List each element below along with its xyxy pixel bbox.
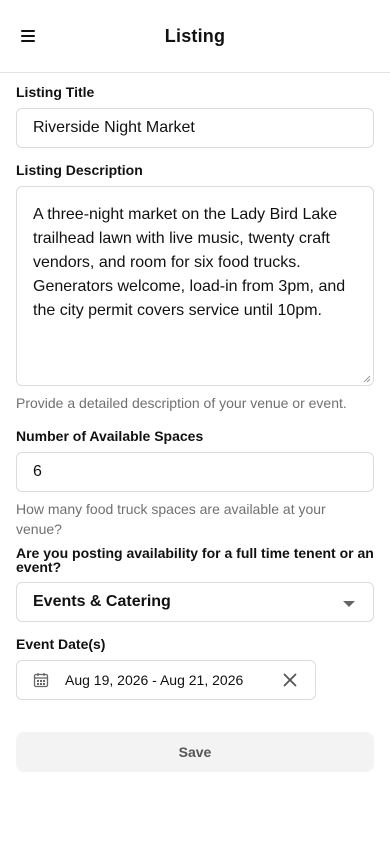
available-spaces-label: Number of Available Spaces — [16, 428, 204, 444]
event-dates-picker[interactable]: Aug 19, 2026 - Aug 21, 2026 — [16, 660, 316, 700]
event-dates-value: Aug 19, 2026 - Aug 21, 2026 — [65, 672, 244, 688]
posting-type-select[interactable]: Events & Catering — [16, 582, 374, 622]
resize-grip-icon[interactable] — [363, 375, 371, 383]
save-button[interactable]: Save — [16, 732, 374, 772]
listing-description-textarea[interactable]: A three-night market on the Lady Bird La… — [16, 186, 374, 386]
listing-title-label: Listing Title — [16, 84, 95, 100]
event-dates-label: Event Date(s) — [16, 636, 106, 652]
calendar-icon — [33, 673, 49, 688]
listing-description-help: Provide a detailed description of your v… — [16, 395, 347, 411]
listing-title-input[interactable]: Riverside Night Market — [16, 108, 374, 148]
listing-description-text: A three-night market on the Lady Bird La… — [33, 206, 346, 319]
listing-form: Listing Title Riverside Night Market Lis… — [0, 84, 390, 772]
available-spaces-help: How many food truck spaces are available… — [16, 501, 326, 537]
top-app-bar: Listing — [0, 0, 390, 73]
dropdown-caret-icon — [343, 600, 355, 607]
available-spaces-input[interactable]: 6 — [16, 452, 374, 492]
close-icon[interactable] — [283, 673, 297, 687]
page-title: Listing — [164, 25, 226, 46]
hamburger-menu-icon[interactable] — [21, 30, 35, 42]
posting-type-selected: Events & Catering — [33, 593, 171, 610]
posting-type-label: Are you posting availability for a full … — [16, 545, 374, 575]
listing-description-label: Listing Description — [16, 162, 143, 178]
